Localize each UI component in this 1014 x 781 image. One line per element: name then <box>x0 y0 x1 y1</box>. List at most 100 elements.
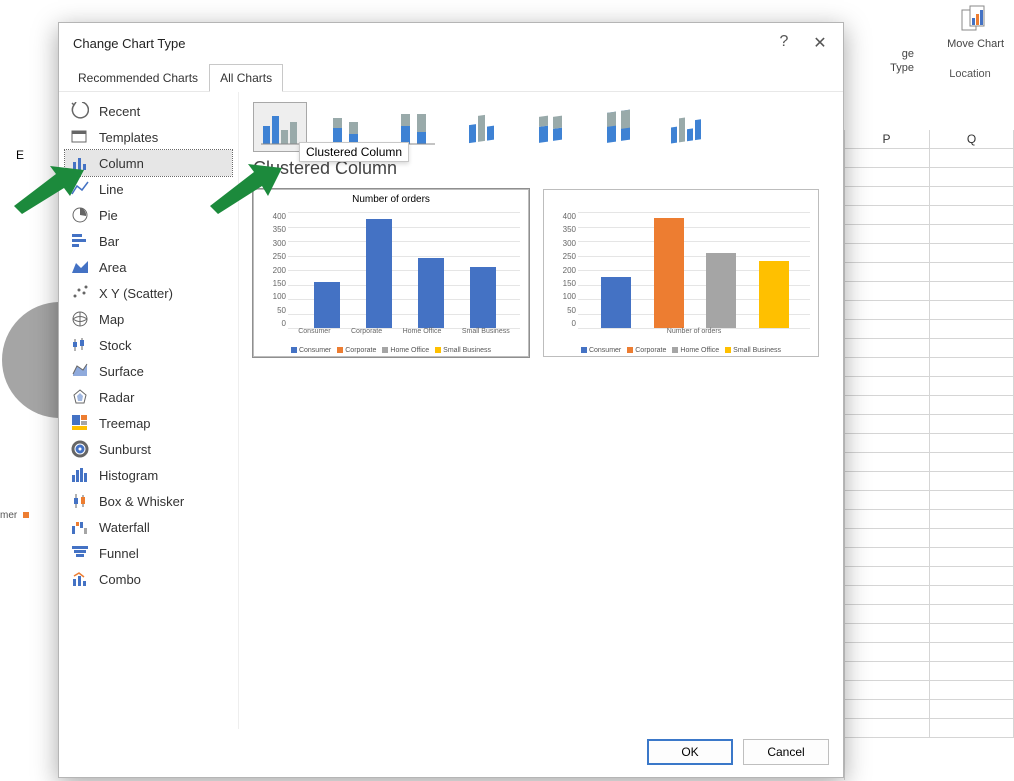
tab-recommended-charts[interactable]: Recommended Charts <box>67 64 209 92</box>
dialog-buttons: OK Cancel <box>647 739 829 765</box>
histogram-icon <box>71 466 89 484</box>
preview-plot <box>288 212 520 328</box>
category-templates[interactable]: Templates <box>65 124 232 150</box>
category-sunburst[interactable]: Sunburst <box>65 436 232 462</box>
preview-bar <box>706 253 736 328</box>
preview-plot <box>578 212 810 328</box>
col-header-e[interactable]: E <box>16 148 24 162</box>
preview-bar <box>418 258 444 328</box>
category-scatter[interactable]: X Y (Scatter) <box>65 280 232 306</box>
category-label: Radar <box>99 390 134 405</box>
treemap-icon <box>71 414 89 432</box>
preview-bar <box>759 261 789 328</box>
preview-y-axis: 400350300250200150100500 <box>548 212 576 328</box>
close-icon[interactable]: ✕ <box>811 33 829 53</box>
stock-icon <box>71 336 89 354</box>
subtype-3d-stacked-column[interactable] <box>525 102 579 152</box>
category-label: Map <box>99 312 124 327</box>
category-surface[interactable]: Surface <box>65 358 232 384</box>
ribbon-group-location: Location <box>926 68 1014 80</box>
box-whisker-icon <box>71 492 89 510</box>
dialog-tabs: Recommended Charts All Charts <box>59 63 843 92</box>
move-chart-label: Move Chart <box>947 38 1004 50</box>
preview-title <box>544 190 818 194</box>
category-box-whisker[interactable]: Box & Whisker <box>65 488 232 514</box>
category-label: Column <box>99 156 144 171</box>
ok-button[interactable]: OK <box>647 739 733 765</box>
preview-x-categories: ConsumerCorporateHome OfficeSmall Busine… <box>288 328 520 338</box>
preview-legend: ConsumerCorporateHome OfficeSmall Busine… <box>544 347 818 354</box>
subtype-3d-100-stacked-column[interactable] <box>593 102 647 152</box>
ribbon-type-label: Type <box>890 62 914 74</box>
dialog-titlebar: Change Chart Type ? ✕ <box>59 23 843 63</box>
help-icon[interactable]: ? <box>775 33 793 53</box>
background-pie-fragment <box>0 280 58 440</box>
category-label: Histogram <box>99 468 158 483</box>
recent-icon <box>71 102 89 120</box>
move-chart-icon <box>960 4 992 36</box>
change-chart-type-dialog: Change Chart Type ? ✕ Recommended Charts… <box>58 22 844 778</box>
category-area[interactable]: Area <box>65 254 232 280</box>
annotation-arrow-1 <box>14 166 84 216</box>
preview-y-axis: 400350300250200150100500 <box>258 212 286 328</box>
templates-icon <box>71 128 89 146</box>
category-funnel[interactable]: Funnel <box>65 540 232 566</box>
category-histogram[interactable]: Histogram <box>65 462 232 488</box>
category-label: Combo <box>99 572 141 587</box>
chart-previews: Number of orders400350300250200150100500… <box>253 189 829 357</box>
category-combo[interactable]: Combo <box>65 566 232 592</box>
map-icon <box>71 310 89 328</box>
category-label: Surface <box>99 364 144 379</box>
radar-icon <box>71 388 89 406</box>
category-label: Pie <box>99 208 118 223</box>
preview-bar <box>654 218 684 328</box>
category-pie[interactable]: Pie <box>65 202 232 228</box>
category-map[interactable]: Map <box>65 306 232 332</box>
category-label: Bar <box>99 234 119 249</box>
category-label: Area <box>99 260 126 275</box>
category-bar[interactable]: Bar <box>65 228 232 254</box>
area-icon <box>71 258 89 276</box>
category-treemap[interactable]: Treemap <box>65 410 232 436</box>
subtype-3d-column[interactable] <box>661 102 715 152</box>
bar-icon <box>71 232 89 250</box>
preview-legend: ConsumerCorporateHome OfficeSmall Busine… <box>254 347 528 354</box>
category-line[interactable]: Line <box>65 176 232 202</box>
dialog-title: Change Chart Type <box>73 36 186 51</box>
funnel-icon <box>71 544 89 562</box>
annotation-arrow-2 <box>210 164 282 216</box>
ribbon-ge-label: ge <box>902 48 914 60</box>
category-label: Templates <box>99 130 158 145</box>
preview-bar <box>470 267 496 328</box>
chart-subtype-panel: Clustered Column Clustered Column Number… <box>239 92 843 729</box>
category-stock[interactable]: Stock <box>65 332 232 358</box>
tab-all-charts[interactable]: All Charts <box>209 64 283 92</box>
preview-bar <box>601 277 631 328</box>
category-radar[interactable]: Radar <box>65 384 232 410</box>
category-label: Funnel <box>99 546 139 561</box>
preview-x-categories: Number of orders <box>578 328 810 338</box>
category-label: Box & Whisker <box>99 494 184 509</box>
category-label: Line <box>99 182 124 197</box>
waterfall-icon <box>71 518 89 536</box>
category-label: Stock <box>99 338 132 353</box>
move-chart-button[interactable]: Move Chart <box>947 4 1004 50</box>
subtype-3d-clustered-column[interactable] <box>457 102 511 152</box>
surface-icon <box>71 362 89 380</box>
category-waterfall[interactable]: Waterfall <box>65 514 232 540</box>
category-recent[interactable]: Recent <box>65 98 232 124</box>
sunburst-icon <box>71 440 89 458</box>
chart-preview-1[interactable]: Number of orders400350300250200150100500… <box>253 189 529 357</box>
category-label: Waterfall <box>99 520 150 535</box>
subtype-tooltip: Clustered Column <box>299 142 409 162</box>
category-label: Treemap <box>99 416 151 431</box>
legend-fragment: mer <box>0 510 31 521</box>
category-label: Recent <box>99 104 140 119</box>
category-column[interactable]: Column <box>65 150 232 176</box>
cancel-button[interactable]: Cancel <box>743 739 829 765</box>
spreadsheet-grid[interactable] <box>844 130 1014 780</box>
preview-bar <box>314 282 340 328</box>
category-label: X Y (Scatter) <box>99 286 173 301</box>
scatter-icon <box>71 284 89 302</box>
chart-preview-2[interactable]: 400350300250200150100500Number of orders… <box>543 189 819 357</box>
